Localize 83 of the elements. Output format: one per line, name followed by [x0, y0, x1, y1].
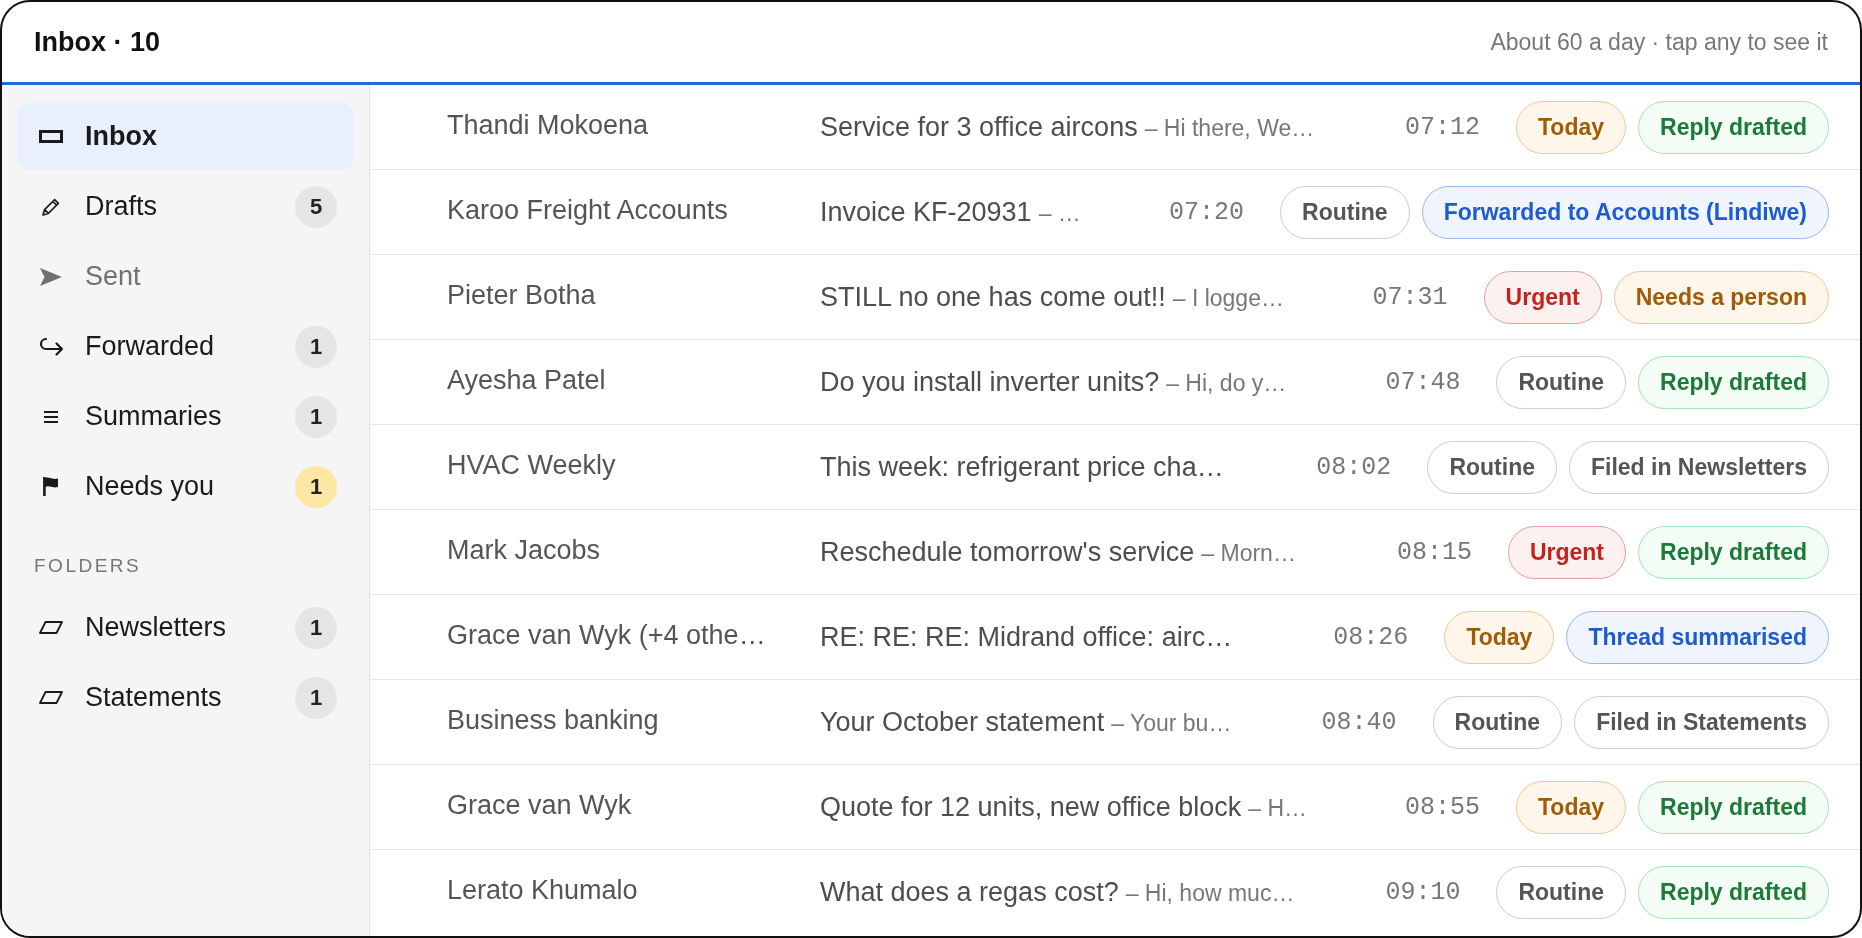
count-badge: 1 [295, 606, 337, 649]
list-icon [44, 410, 58, 423]
message-preview: – Morn… [1201, 539, 1296, 567]
status-tag: Routine [1280, 185, 1410, 239]
send-icon [40, 267, 62, 286]
message-preview: – Hi, how muc… [1125, 880, 1295, 907]
sender-name: Ayesha Patel [447, 364, 607, 396]
sender-name: Thandi Mokoena [447, 109, 650, 141]
status-tag: Today [1516, 780, 1626, 834]
message-time: 08:40 [1321, 707, 1397, 737]
message-subject: This week: refrigerant price cha… [820, 451, 1224, 483]
message-time: 07:12 [1404, 112, 1480, 142]
hooked-arrow-icon [38, 336, 64, 357]
message-time: 07:31 [1372, 282, 1448, 312]
status-tag: Reply drafted [1638, 525, 1829, 579]
nav-item[interactable]: Summaries 1 [17, 383, 354, 450]
message-preview: – Your bu… [1111, 709, 1232, 737]
sender-name: Grace van Wyk (+4 othe… [447, 619, 767, 651]
folder-item[interactable]: Statements 1 [17, 664, 354, 731]
status-tag: Routine [1427, 440, 1557, 494]
status-tag: Forwarded to Accounts (Lindiwe) [1421, 185, 1829, 239]
message-preview: – Hi there, We… [1144, 114, 1315, 142]
message-subject: Service for 3 office aircons [820, 111, 1138, 143]
message-time: 08:55 [1404, 792, 1480, 822]
count-badge: 1 [295, 465, 337, 508]
message-subject: RE: RE: RE: Midrand office: airc… [820, 621, 1233, 653]
message-subject: Reschedule tomorrow's service [820, 536, 1195, 568]
nav-item[interactable]: Inbox [17, 103, 354, 170]
status-tag: Needs a person [1613, 270, 1829, 324]
rectangle-icon [39, 130, 63, 143]
message-preview: – … [1038, 199, 1081, 227]
flag-icon [43, 477, 59, 496]
parallelogram-icon [39, 691, 63, 704]
status-tag: Reply drafted [1638, 780, 1829, 834]
message-preview: – Hi, do y… [1166, 369, 1287, 397]
status-tag: Filed in Newsletters [1569, 440, 1829, 494]
message-subject: What does a regas cost? [820, 877, 1119, 908]
folder-item[interactable]: Newsletters 1 [17, 594, 354, 661]
sender-name: Pieter Botha [447, 279, 597, 311]
status-tag: Thread summarised [1566, 610, 1829, 664]
status-tag: Reply drafted [1638, 355, 1829, 409]
sender-name: Karoo Freight Accounts [447, 194, 729, 226]
count-badge: 1 [295, 676, 337, 719]
message-subject: STILL no one has come out!! [820, 281, 1166, 313]
nav-item[interactable]: Sent [17, 243, 354, 310]
message-time: 07:48 [1385, 367, 1461, 397]
section-heading: FOLDERS [33, 555, 142, 577]
status-tag: Urgent [1483, 270, 1602, 324]
count-badge: 5 [295, 185, 337, 228]
status-tag: Filed in Statements [1574, 695, 1829, 749]
status-tag: Routine [1496, 355, 1626, 409]
sender-name: Business banking [447, 704, 660, 736]
status-tag: Reply drafted [1638, 866, 1829, 919]
status-tag: Today [1444, 610, 1555, 664]
message-time: 08:02 [1316, 452, 1392, 482]
sender-name: HVAC Weekly [447, 449, 617, 481]
pencil-icon [41, 196, 61, 217]
message-subject: Do you install inverter units? [820, 366, 1160, 398]
sender-name: Mark Jacobs [447, 534, 602, 566]
status-tag: Urgent [1507, 525, 1626, 579]
message-time: 08:26 [1333, 622, 1409, 652]
count-badge: 1 [295, 325, 337, 368]
status-tag: Today [1516, 100, 1626, 154]
sender-name: Lerato Khumalo [447, 875, 639, 906]
inbox-title: Inbox · 10 [34, 26, 161, 58]
status-tag: Routine [1432, 695, 1563, 749]
count-badge: 1 [295, 395, 337, 438]
sender-name: Grace van Wyk [447, 789, 633, 821]
message-time: 07:20 [1169, 197, 1245, 227]
message-subject: Quote for 12 units, new office block [820, 791, 1242, 823]
parallelogram-icon [39, 621, 63, 634]
message-preview: – I logge… [1172, 284, 1284, 312]
message-time: 09:10 [1385, 878, 1461, 907]
message-preview: – H… [1248, 794, 1308, 822]
status-tag: Routine [1496, 866, 1626, 919]
nav-item[interactable]: Drafts 5 [17, 173, 354, 240]
nav-item[interactable]: Forwarded 1 [17, 313, 354, 380]
message-subject: Your October statement [820, 706, 1105, 738]
nav-item[interactable]: Needs you 1 [17, 453, 354, 520]
status-tag: Reply drafted [1638, 100, 1829, 154]
header-hint: About 60 a day · tap any to see it [1490, 28, 1828, 56]
message-time: 08:15 [1396, 537, 1472, 567]
message-subject: Invoice KF-20931 [820, 196, 1032, 228]
